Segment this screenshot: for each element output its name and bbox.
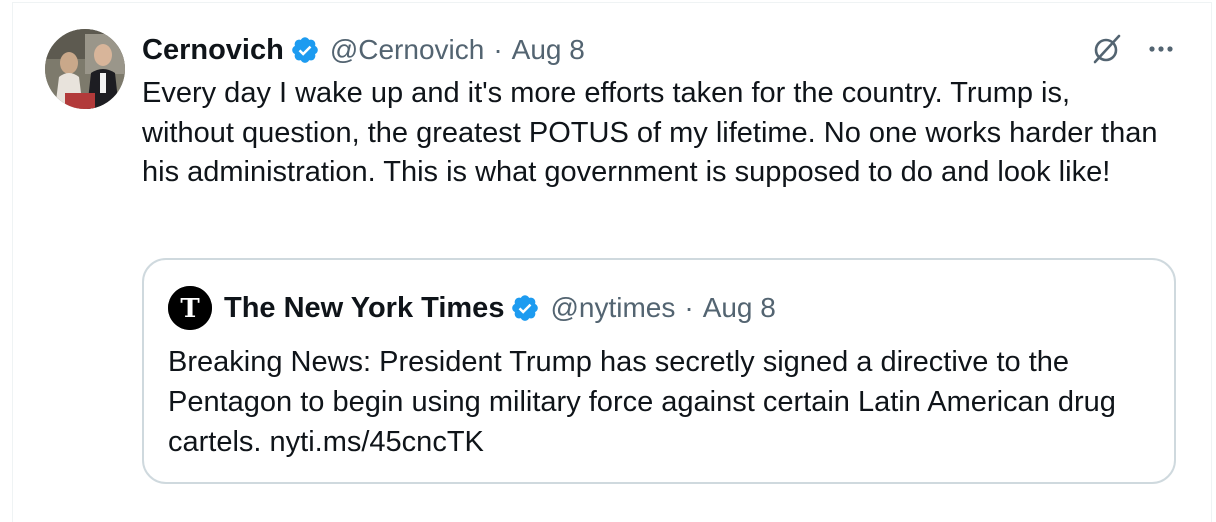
tweet-header: Cernovich @Cernovich · Aug 8 xyxy=(142,30,585,70)
tweet-text: Every day I wake up and it's more effort… xyxy=(142,77,1158,188)
more-icon[interactable] xyxy=(1144,32,1178,66)
avatar[interactable] xyxy=(45,29,125,109)
quoted-tweet-text: Breaking News: President Trump has secre… xyxy=(168,346,1116,458)
author-handle[interactable]: @Cernovich xyxy=(330,34,484,66)
quoted-tweet-header: T The New York Times @nytimes · Aug 8 xyxy=(168,286,776,330)
avatar-photo xyxy=(45,29,125,109)
separator-dot: · xyxy=(684,292,694,323)
separator-dot: · xyxy=(493,34,503,65)
nyt-logo-avatar[interactable]: T xyxy=(168,286,212,330)
quoted-author-name[interactable]: The New York Times xyxy=(224,292,504,325)
quoted-tweet-card[interactable]: T The New York Times @nytimes · Aug 8 Br… xyxy=(142,258,1176,484)
verified-badge-icon[interactable] xyxy=(510,293,540,323)
svg-text:T: T xyxy=(180,294,200,324)
verified-badge-icon[interactable] xyxy=(290,35,320,65)
tweet-date[interactable]: Aug 8 xyxy=(512,34,585,66)
quoted-tweet-date[interactable]: Aug 8 xyxy=(703,292,776,324)
tweet-actions xyxy=(1090,32,1178,66)
author-name[interactable]: Cernovich xyxy=(142,34,284,67)
grok-icon[interactable] xyxy=(1090,32,1124,66)
quoted-author-handle[interactable]: @nytimes xyxy=(550,292,675,324)
